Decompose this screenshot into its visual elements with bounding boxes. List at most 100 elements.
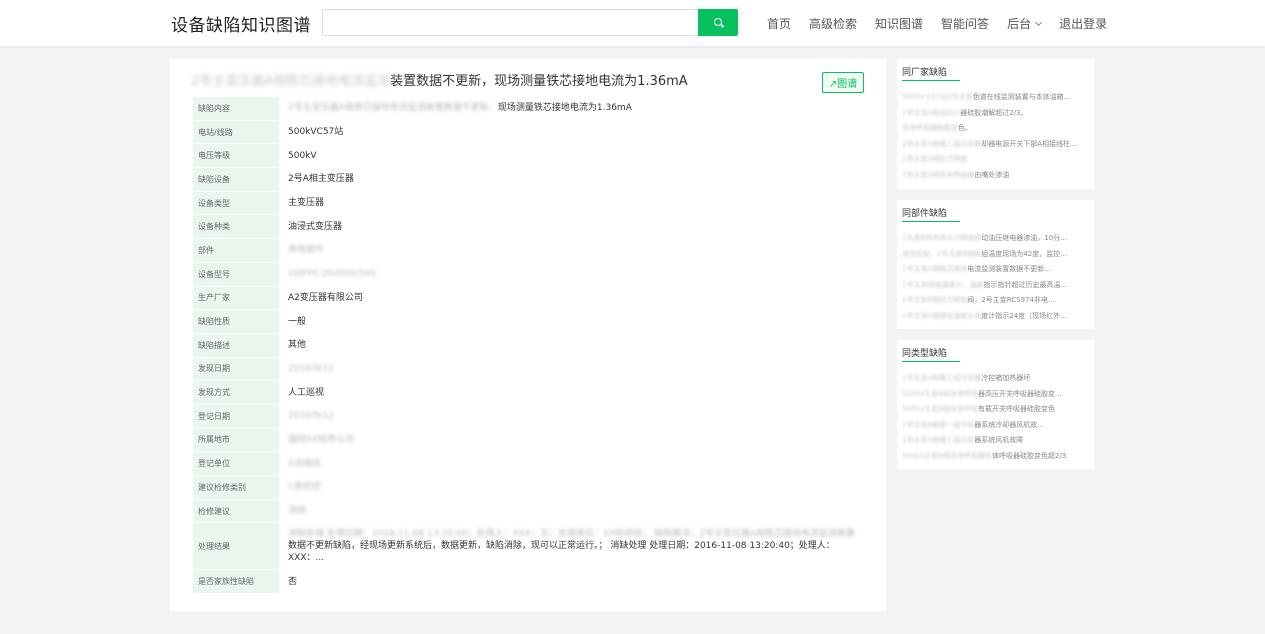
field-value-text: 油浸式变压器 [288,221,343,232]
related-defect-link[interactable]: 500kV主变B相本体呼吸器高压开关呼吸器硅胶变... [902,387,1090,403]
field-value-text: 2号A相主变压器 [288,174,354,185]
table-row: 缺陷设备 2号A相主变压器 [193,168,863,192]
panel-underline [902,221,960,222]
search-input[interactable] [322,9,698,36]
table-row: 登记单位 X运维班 [193,452,863,476]
search-icon [714,18,722,26]
related-defect-redacted: 2号主变B相压力释放 [902,296,968,304]
nav-knowledge-graph[interactable]: 知识图谱 [875,15,923,32]
field-label: 建议检修类别 [193,476,279,499]
related-defect-link[interactable]: 500kV主变A相本体呼吸有载开关呼吸器硅胶变色 [902,402,1090,418]
table-row: 发现方式 人工巡视 [193,381,863,405]
field-value-redacted: 消缺 [288,506,307,517]
field-value-redacted: 2016/9/12 [288,363,335,374]
field-value-text: 否 [288,576,298,587]
related-defect-redacted: 500kV主变B相本体呼吸 [902,389,979,398]
related-defect-redacted: 2号主变A相油位计 [902,108,961,117]
related-defect-link[interactable]: 2号主变A相铁芯接地电流监测装置数据不更新... [902,262,1090,278]
table-row: 是否家族性缺陷否 [193,570,863,595]
field-value: 人工巡视 [279,381,863,404]
table-row: 部件 其他部件 [193,239,863,263]
search-button[interactable] [698,9,738,36]
related-defect-link[interactable]: 500kV C57站2号主变色谱在线监测装置与本体油箱... [902,90,1090,106]
field-value: X运维班 [279,452,863,475]
field-value-redacted: X运维班 [288,458,322,469]
site-logo[interactable]: 设备缺陷知识图谱 [171,11,311,36]
related-defect-redacted: 500kV C57站2号主变 [902,93,973,101]
field-value-redacted: 国网XX检修公司 [288,434,355,445]
related-defect-link[interactable]: 现场实际，2号主变B相绕组温度现场为42度，监控... [902,247,1090,263]
defect-title-redacted: 2号主变压器A相铁芯接地电流监测 [191,74,391,89]
related-defect-text: 有载开关呼吸器硅胶变色 [978,405,1055,413]
related-defect-link[interactable]: 2号主变A相第二组冷却器却器电源开关下部A相接线柱... [902,137,1090,153]
nav-smart-qa[interactable]: 智能问答 [941,15,989,32]
related-defect-link[interactable]: 1号主变A相第三组冷却器冷控箱加热器坏 [902,371,1090,387]
field-value-redacted: 其他部件 [288,245,325,256]
field-label: 登记日期 [193,404,279,428]
field-label: 所属地市 [193,428,279,452]
related-defect-link[interactable]: 本体呼吸器硅胶变色。 [902,121,1090,137]
field-label: 缺陷描述 [193,333,279,357]
related-defect-redacted: 2号主变A相铁芯接地 [902,265,968,273]
table-row: 电压等级 500kV [193,144,863,169]
related-defect-link[interactable]: 1号主变A相第三组冷却器系统风机故障 [902,433,1090,449]
related-defect-text: 冷控箱加热器坏 [981,374,1031,382]
related-defect-redacted: 2号主变B相第一组冷却 [902,420,975,429]
related-defect-link[interactable]: 500kV主变B相本体呼吸器本体呼吸器硅胶变色超2/3 [902,449,1090,465]
field-value-redacted: C类检修 [288,482,322,493]
field-value-redacted: ODFPS-250000/500 [288,269,377,280]
related-defect-link[interactable]: 1主变B相本体压力释放阀动油压继电器渗油，10分... [902,231,1090,247]
nav-logout[interactable]: 退出登录 [1059,15,1107,32]
field-label: 缺陷设备 [193,168,279,191]
related-defect-text: 度计指示24度（现场红外... [981,311,1067,320]
related-defect-link[interactable]: 2号主变A相油位计器硅胶潮解超过2/3。 [902,106,1090,122]
graph-button[interactable]: ↗图谱 [822,72,864,93]
field-label: 检修建议 [193,499,279,523]
field-value-text: 其他 [288,340,307,351]
nav-home[interactable]: 首页 [767,15,791,32]
field-value: ODFPS-250000/500 [279,263,863,286]
field-value: 2016/9/12 [279,405,863,428]
related-defect-text: 指示指针超过历史最高温... [983,280,1068,289]
field-label: 是否家族性缺陷 [193,570,279,594]
field-value-redacted: 消缺处理 处理日期：2016-11-08 13:20:00；处理人：XXX；无；… [288,529,856,540]
related-defect-link[interactable]: 1号主变A相本体呼吸器由嘴处渗油 [902,168,1090,184]
field-value: 其他部件 [279,239,863,262]
field-label: 设备型号 [193,262,279,286]
search-bar [322,9,738,36]
nav-admin[interactable]: 后台 [1007,15,1043,32]
related-defect-redacted: 1号主变A相本体呼吸器 [902,170,975,179]
same-type-panel: 同类型缺陷 1号主变A相第三组冷却器冷控箱加热器坏 500kV主变B相本体呼吸器高… [897,340,1094,469]
related-defect-text: 器硅胶潮解超过2/3。 [960,108,1028,117]
table-row: 建议检修类别 C类检修 [193,476,863,500]
related-defect-link[interactable]: 1号主变A相绕组温度计温度计指示24度（现场红外... [902,309,1090,325]
field-label: 缺陷性质 [193,310,279,333]
field-value: A2变压器有限公司 [279,287,863,310]
panel-title: 同厂家缺陷 [902,68,948,78]
related-defect-link[interactable]: 2号主变B相第一组冷却器系统冷却器风机故... [902,418,1090,434]
table-row: 设备型号 ODFPS-250000/500 [193,262,863,287]
field-value: 国网XX检修公司 [279,429,863,452]
related-defect-text: 器系统风机故障 [974,436,1024,444]
nav-admin-label: 后台 [1007,16,1032,31]
field-value-text: 人工巡视 [288,387,325,398]
related-defect-text: 动油压继电器渗油，10分... [981,234,1067,242]
table-row: 发现日期 2016/9/12 [193,357,863,382]
related-defect-link[interactable]: 2号主变B相压力释放阀，2号主变RCS974非电... [902,293,1090,309]
nav-advanced-search[interactable]: 高级检索 [809,15,857,32]
related-defect-redacted: 2号主变A相第二组冷却器 [902,139,982,148]
related-defect-redacted: 1号主变A相第三组冷却 [902,436,975,444]
detail-table: 缺陷内容 2号主变压器A相铁芯接地电流监测装置数据不更新， 现场测量铁芯接地电流为1… [193,97,863,595]
related-defect-link[interactable]: 2号主变绕组温度计，温度指示指针超过历史最高温... [902,278,1090,294]
field-value: 消缺处理 处理日期：2016-11-08 13:20:00；处理人：XXX；无；… [279,523,863,569]
related-defect-text: 器高压开关呼吸器硅胶变... [978,389,1062,398]
field-label: 设备类型 [193,191,279,215]
related-defect-text: 体呼吸器硅胶变色超2/3 [992,451,1067,460]
same-component-panel: 同部件缺陷 1主变B相本体压力释放阀动油压继电器渗油，10分... 现场实际，2号… [897,200,1094,329]
table-row: 电站/线路 500kVC57站 [193,120,863,145]
table-row: 处理结果 消缺处理 处理日期：2016-11-08 13:20:00；处理人：XX… [193,523,863,571]
field-label: 设备种类 [193,215,279,239]
field-label: 电压等级 [193,144,279,168]
table-row: 登记日期 2016/9/12 [193,404,863,429]
related-defect-link[interactable]: 2号主变A相压力释放 [902,152,1090,168]
